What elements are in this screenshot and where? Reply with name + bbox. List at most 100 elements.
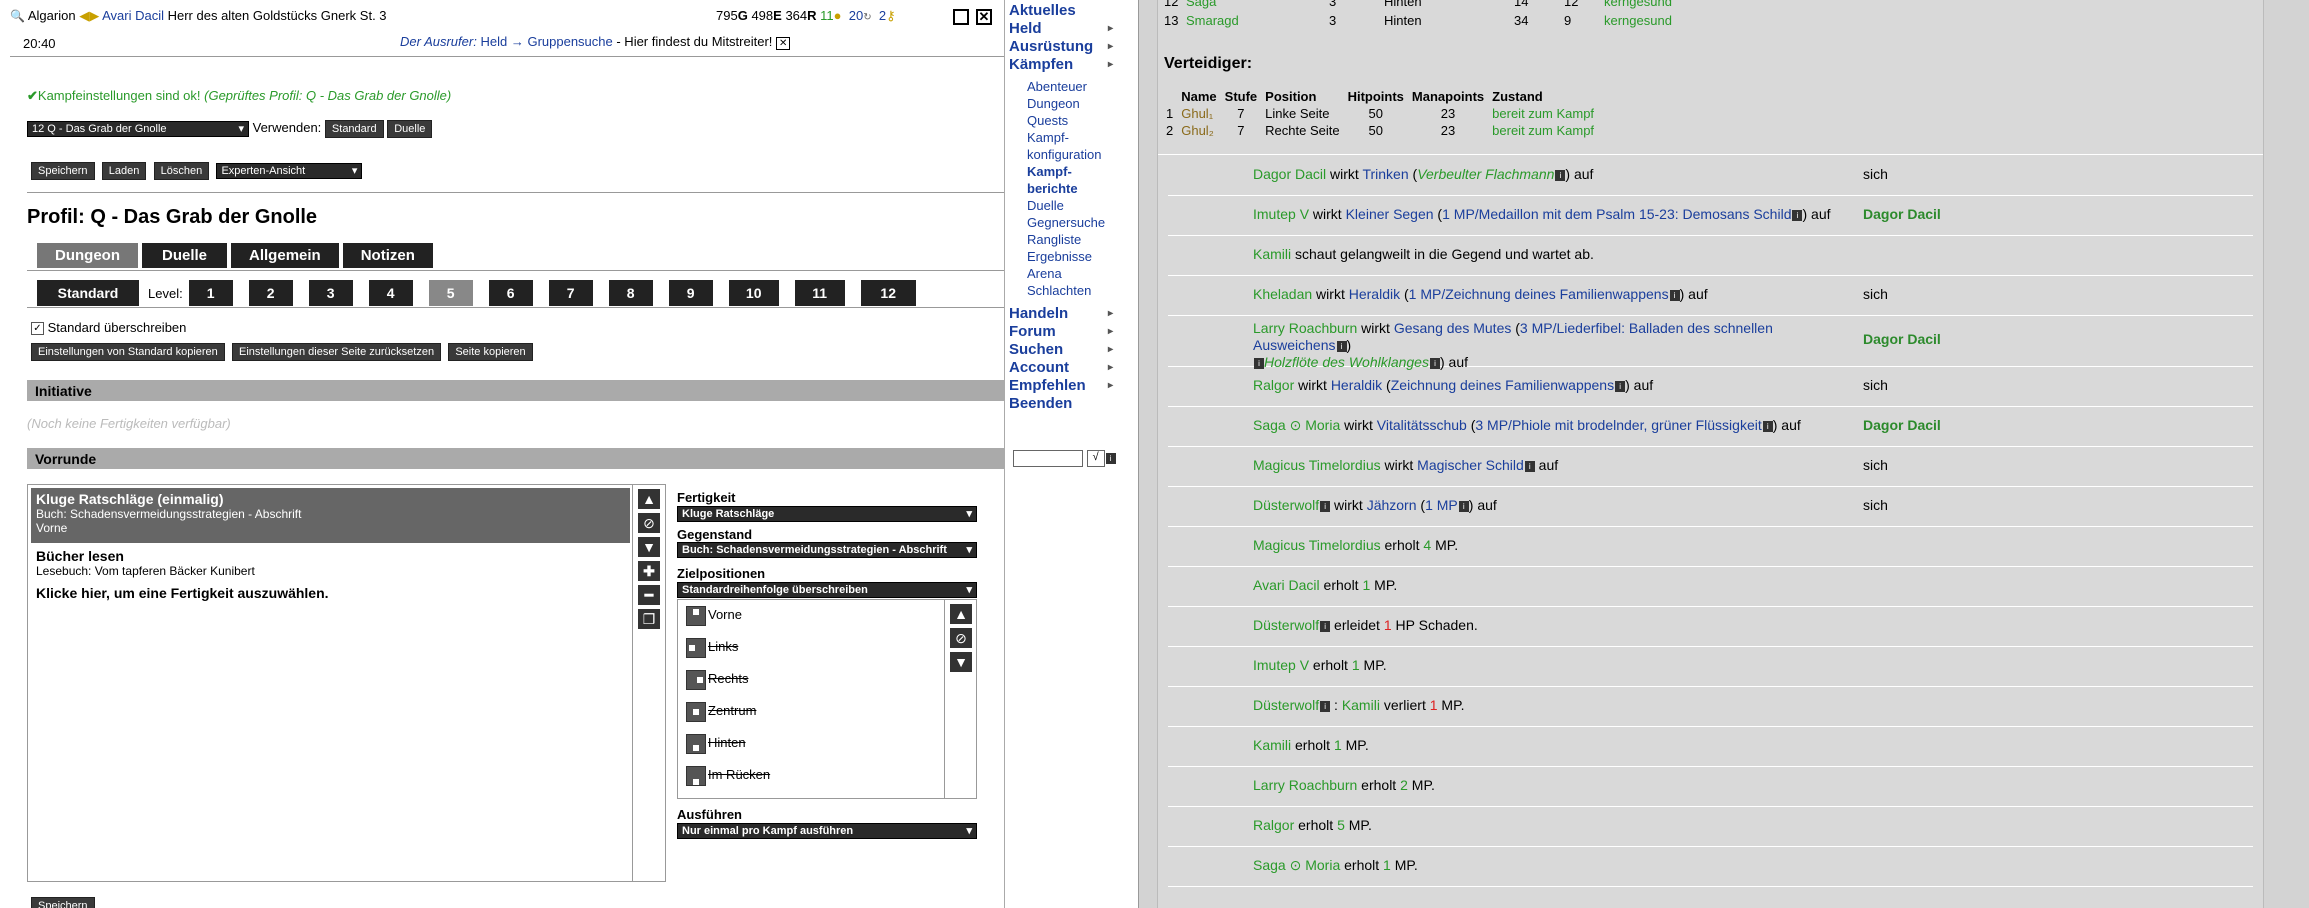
menu-item-handeln[interactable]: Handeln ▸ <box>1009 305 1113 323</box>
submenu-item-1[interactable]: Dungeon <box>1009 95 1113 112</box>
position-up-icon[interactable]: ▲ <box>950 604 972 624</box>
info-icon[interactable]: i <box>1555 169 1566 181</box>
stat-y[interactable]: 20 <box>849 8 863 23</box>
position-item-5[interactable]: Im Rücken <box>686 764 770 796</box>
submenu-item-3[interactable]: Kampf- konfiguration <box>1009 129 1113 163</box>
tab-dungeon[interactable]: Dungeon <box>37 243 138 268</box>
log-detail[interactable]: 1 MP/Zeichnung deines Familienwappens <box>1409 286 1669 302</box>
bottom-save-button[interactable]: Speichern <box>31 897 95 908</box>
log-skill[interactable]: Gesang des Mutes <box>1394 320 1512 336</box>
log-actor[interactable]: Saga <box>1253 417 1286 433</box>
move-down-icon[interactable]: ▼ <box>638 537 660 557</box>
menu-item-suchen[interactable]: Suchen ▸ <box>1009 341 1113 359</box>
level-8-button[interactable]: 8 <box>608 280 653 306</box>
submenu-item-4[interactable]: Kampf- berichte <box>1009 163 1113 197</box>
char-name-link[interactable]: Avari Dacil <box>102 8 164 23</box>
log-skill[interactable]: Jähzorn <box>1367 497 1417 513</box>
submenu-item-7[interactable]: Rangliste <box>1009 231 1113 248</box>
log-target[interactable]: Dagor Dacil <box>1863 206 1941 222</box>
next-char-icon[interactable]: ▶ <box>89 8 99 23</box>
tab-allgemein[interactable]: Allgemein <box>231 243 339 268</box>
log-actor[interactable]: Magicus Timelordius <box>1253 537 1381 553</box>
log-actor[interactable]: Kheladan <box>1253 286 1312 302</box>
menu-search-input[interactable] <box>1013 450 1083 468</box>
log-actor[interactable]: Dagor Dacil <box>1253 166 1326 182</box>
info-icon[interactable]: i <box>1458 500 1469 512</box>
log-target[interactable]: Dagor Dacil <box>1863 331 1941 347</box>
position-down-icon[interactable]: ▼ <box>950 652 972 672</box>
info-icon[interactable]: i <box>1615 380 1626 392</box>
log-actor[interactable]: Saga <box>1253 857 1286 873</box>
skill-item-2[interactable]: Bücher lesen Lesebuch: Vom tapferen Bäck… <box>31 545 630 581</box>
level-10-button[interactable]: 10 <box>728 280 779 306</box>
level-3-button[interactable]: 3 <box>308 280 353 306</box>
position-item-1[interactable]: Links <box>686 636 770 668</box>
info-icon[interactable]: i <box>1320 500 1331 512</box>
log-skill[interactable]: Vitalitätsschub <box>1377 417 1467 433</box>
menu-item-ausrüstung[interactable]: Ausrüstung ▸ <box>1009 38 1113 56</box>
position-item-2[interactable]: Rechts <box>686 668 770 700</box>
attacker-name[interactable]: Smaragd <box>1186 13 1239 28</box>
log-detail[interactable]: 3 MP/Phiole mit brodelnder, grüner Flüss… <box>1475 417 1761 433</box>
log-actor[interactable]: Larry Roachburn <box>1253 777 1357 793</box>
copy-page-button[interactable]: Seite kopieren <box>448 343 533 361</box>
log-actor[interactable]: Düsterwolf <box>1253 617 1319 633</box>
submenu-item-9[interactable]: Arena <box>1009 265 1113 282</box>
level-1-button[interactable]: 1 <box>188 280 233 306</box>
menu-item-kämpfen[interactable]: Kämpfen ▸ <box>1009 56 1113 74</box>
reset-page-button[interactable]: Einstellungen dieser Seite zurücksetzen <box>232 343 442 361</box>
news-close-icon[interactable]: ✕ <box>776 37 791 50</box>
log-actor[interactable]: Avari Dacil <box>1253 577 1320 593</box>
save-button[interactable]: Speichern <box>31 162 95 180</box>
menu-item-empfehlen[interactable]: Empfehlen ▸ <box>1009 377 1113 395</box>
info-icon[interactable]: i <box>1320 620 1331 632</box>
log-actor[interactable]: Kamili <box>1253 246 1291 262</box>
position-item-4[interactable]: Hinten <box>686 732 770 764</box>
defender-name[interactable]: Ghul₁ <box>1177 105 1220 122</box>
log-actor2[interactable]: Moria <box>1305 417 1340 433</box>
menu-item-account[interactable]: Account ▸ <box>1009 359 1113 377</box>
log-skill[interactable]: Heraldik <box>1349 286 1400 302</box>
ziel-select[interactable]: Standardreihenfolge überschreiben <box>677 582 977 598</box>
log-actor[interactable]: Imutep V <box>1253 206 1309 222</box>
info-icon[interactable]: i <box>1762 420 1773 432</box>
stat-z[interactable]: 2 <box>879 8 886 23</box>
info-icon[interactable]: i <box>1792 209 1803 221</box>
news-link-gruppensuche[interactable]: Gruppensuche <box>527 34 612 49</box>
use-standard-button[interactable]: Standard <box>324 120 384 138</box>
position-disable-icon[interactable]: ⊘ <box>950 628 972 648</box>
info-icon[interactable]: i <box>1524 460 1535 472</box>
submenu-item-10[interactable]: Schlachten <box>1009 282 1113 299</box>
override-checkbox[interactable]: ✓ <box>31 322 44 336</box>
disable-icon[interactable]: ⊘ <box>638 513 660 533</box>
log-actor[interactable]: Ralgor <box>1253 817 1294 833</box>
info-icon[interactable]: i <box>1320 700 1331 712</box>
log-target[interactable]: Dagor Dacil <box>1863 417 1941 433</box>
log-actor[interactable]: Ralgor <box>1253 377 1294 393</box>
log-actor2[interactable]: Moria <box>1305 857 1340 873</box>
level-5-button[interactable]: 5 <box>428 280 473 306</box>
level-9-button[interactable]: 9 <box>668 280 713 306</box>
log-detail[interactable]: Zeichnung deines Familienwappens <box>1391 377 1614 393</box>
log-skill[interactable]: Heraldik <box>1331 377 1382 393</box>
log-actor[interactable]: Larry Roachburn <box>1253 320 1357 336</box>
remove-icon[interactable]: ━ <box>638 585 660 605</box>
log-skill[interactable]: Magischer Schild <box>1417 457 1524 473</box>
level-11-button[interactable]: 11 <box>794 280 845 306</box>
level-7-button[interactable]: 7 <box>548 280 593 306</box>
position-item-3[interactable]: Zentrum <box>686 700 770 732</box>
initiative-header[interactable]: Initiative <box>27 380 1004 401</box>
fertigkeit-select[interactable]: Kluge Ratschläge <box>677 506 977 522</box>
log-detail[interactable]: 1 MP/Medaillon mit dem Psalm 15-23: Demo… <box>1442 206 1791 222</box>
log-actor[interactable]: Düsterwolf <box>1253 697 1319 713</box>
submenu-item-0[interactable]: Abenteuer <box>1009 78 1113 95</box>
search-icon[interactable]: 🔍 <box>10 9 25 23</box>
submenu-item-8[interactable]: Ergebnisse <box>1009 248 1113 265</box>
ausfuehren-select[interactable]: Nur einmal pro Kampf ausführen <box>677 823 977 839</box>
delete-button[interactable]: Löschen <box>153 162 210 180</box>
load-button[interactable]: Laden <box>101 162 147 180</box>
add-icon[interactable]: ✚ <box>638 561 660 581</box>
news-link-held[interactable]: Held <box>480 34 507 49</box>
gegenstand-select[interactable]: Buch: Schadensvermeidungsstrategien - Ab… <box>677 542 977 558</box>
prev-char-icon[interactable]: ◀ <box>79 8 89 23</box>
